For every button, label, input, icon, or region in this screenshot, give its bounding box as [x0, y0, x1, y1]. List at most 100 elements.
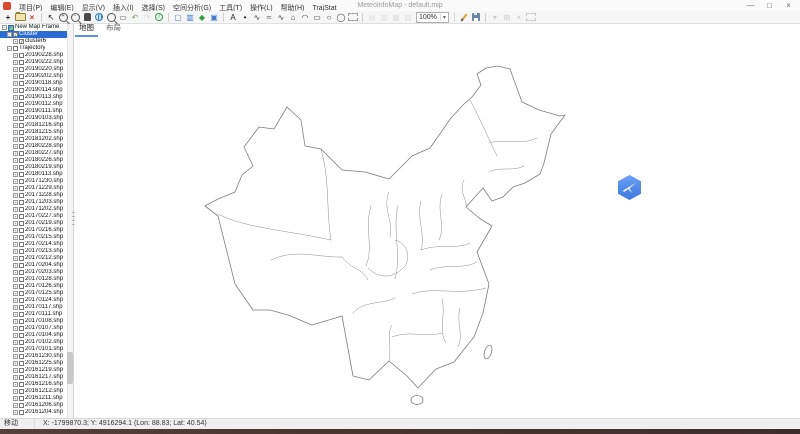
tab-layout[interactable]: 布局 [102, 23, 125, 37]
layer-checkbox[interactable] [19, 396, 24, 401]
expand-icon[interactable]: + [13, 410, 18, 415]
edit-pencil-button-icon[interactable] [458, 11, 469, 23]
tree-item-20181202[interactable]: +20181202.shp [0, 136, 73, 143]
expand-icon[interactable]: + [13, 361, 18, 366]
expand-icon[interactable]: + [13, 382, 18, 387]
tree-item-20190228[interactable]: +20190228.shp [0, 52, 73, 59]
collapse-icon[interactable]: − [7, 32, 12, 37]
tree-item-20190113[interactable]: +20190113.shp [0, 94, 73, 101]
tree-item-cluster[interactable]: −✓Cluster [0, 31, 73, 38]
select-tool-icon[interactable]: ↖ [46, 11, 57, 23]
tree-item-20171230[interactable]: +20171230.shp [0, 178, 73, 185]
expand-icon[interactable]: + [13, 130, 18, 135]
collapse-icon[interactable]: − [7, 46, 12, 51]
layer-checkbox[interactable] [19, 242, 24, 247]
layer-checkbox[interactable] [19, 319, 24, 324]
layer-checkbox[interactable] [19, 137, 24, 142]
tree-item-20161204[interactable]: +20161204.shp [0, 409, 73, 416]
tree-item-20170128[interactable]: +20170128.shp [0, 276, 73, 283]
tree-item-20170107[interactable]: +20170107.shp [0, 325, 73, 332]
tree-item-20190118[interactable]: +20190118.shp [0, 80, 73, 87]
expand-icon[interactable]: + [13, 375, 18, 380]
expand-icon[interactable]: + [13, 326, 18, 331]
chart-layer-button-icon[interactable]: ▥ [185, 11, 196, 23]
tree-item-20170102[interactable]: +20170102.shp [0, 339, 73, 346]
layout-tool-2-icon[interactable]: ▥ [379, 11, 390, 23]
expand-icon[interactable]: + [13, 207, 18, 212]
close-button[interactable]: × [779, 0, 798, 11]
layer-checkbox[interactable] [19, 228, 24, 233]
open-project-button-icon[interactable] [15, 11, 26, 23]
tree-item-20190103[interactable]: +20190103.shp [0, 115, 73, 122]
expand-icon[interactable]: + [13, 277, 18, 282]
expand-icon[interactable]: + [13, 228, 18, 233]
layer-checkbox[interactable] [19, 186, 24, 191]
full-extent-tool-icon[interactable] [94, 11, 105, 23]
select-feature-tool-icon[interactable] [525, 11, 536, 23]
expand-icon[interactable]: + [13, 347, 18, 352]
zoom-combo[interactable]: 100%▾ [416, 12, 449, 23]
tree-item-20161212[interactable]: +20161212.shp [0, 388, 73, 395]
tree-item-20170215[interactable]: +20170215.shp [0, 234, 73, 241]
curve-tool-icon[interactable]: ∿ [276, 11, 287, 23]
tree-item-20170117[interactable]: +20170117.shp [0, 304, 73, 311]
layout-tool-1-icon[interactable]: ▤ [367, 11, 378, 23]
tree-item-20161217[interactable]: +20161217.shp [0, 374, 73, 381]
map-canvas[interactable] [75, 37, 800, 418]
tree-item-20181215[interactable]: +20181215.shp [0, 129, 73, 136]
tree-item-20171202[interactable]: +20171202.shp [0, 206, 73, 213]
expand-icon[interactable]: + [13, 305, 18, 310]
tree-item-20170104[interactable]: +20170104.shp [0, 332, 73, 339]
expand-icon[interactable]: + [13, 109, 18, 114]
expand-icon[interactable]: + [13, 53, 18, 58]
tree-item-20171203[interactable]: +20171203.shp [0, 199, 73, 206]
tree-item-20171228[interactable]: +20171228.shp [0, 192, 73, 199]
layer-checkbox[interactable] [19, 347, 24, 352]
expand-icon[interactable]: + [13, 235, 18, 240]
point-tool-icon[interactable]: • [240, 11, 251, 23]
tree-item-trajectory[interactable]: −Trajectory [0, 45, 73, 52]
tree-item-20180226[interactable]: +20180226.shp [0, 157, 73, 164]
layer-checkbox[interactable] [19, 368, 24, 373]
tree-item-20161225[interactable]: +20161225.shp [0, 360, 73, 367]
layer-checkbox[interactable] [19, 277, 24, 282]
tree-item-20190220[interactable]: +20190220.shp [0, 66, 73, 73]
layer-checkbox[interactable] [19, 326, 24, 331]
layer-checkbox[interactable] [19, 291, 24, 296]
text-tool-icon[interactable]: A [228, 11, 239, 23]
expand-icon[interactable]: + [13, 333, 18, 338]
layer-checkbox[interactable] [19, 270, 24, 275]
layer-checkbox[interactable] [19, 298, 24, 303]
tree-item-20180219[interactable]: +20180219.shp [0, 164, 73, 171]
expand-icon[interactable]: + [13, 263, 18, 268]
expand-icon[interactable]: + [13, 67, 18, 72]
attribute-table-button-icon[interactable]: ⊞ [501, 11, 512, 23]
expand-icon[interactable]: + [13, 172, 18, 177]
layer-checkbox[interactable] [19, 263, 24, 268]
curve-polygon-tool-icon[interactable]: ◠ [300, 11, 311, 23]
layer-checkbox[interactable] [19, 235, 24, 240]
expand-icon[interactable]: + [13, 340, 18, 345]
ellipse-tool-icon[interactable]: ◯ [336, 11, 347, 23]
layer-checkbox[interactable] [19, 151, 24, 156]
identify-tool-icon[interactable]: i [154, 11, 165, 23]
tree-item-20161211[interactable]: +20161211.shp [0, 395, 73, 402]
layer-checkbox[interactable] [19, 403, 24, 408]
layer-checkbox[interactable] [19, 284, 24, 289]
layer-checkbox[interactable] [19, 221, 24, 226]
layer-checkbox[interactable] [19, 389, 24, 394]
layer-checkbox[interactable] [19, 200, 24, 205]
tree-item-20170124[interactable]: +20170124.shp [0, 297, 73, 304]
minimize-button[interactable]: — [741, 0, 760, 11]
legend-scrollbar-thumb[interactable] [67, 352, 73, 384]
expand-icon[interactable]: + [13, 193, 18, 198]
layer-checkbox[interactable] [19, 158, 24, 163]
more-dropdown-icon[interactable]: ▾ [489, 11, 500, 23]
expand-icon[interactable]: + [13, 354, 18, 359]
tree-item-20170227[interactable]: +20170227.shp [0, 213, 73, 220]
redo-button-icon[interactable]: ↷ [142, 11, 153, 23]
select-shape-tool-icon[interactable] [348, 11, 359, 23]
expand-icon[interactable]: + [13, 137, 18, 142]
tree-item-20180228[interactable]: +20180228.shp [0, 143, 73, 150]
expand-icon[interactable]: + [13, 39, 18, 44]
